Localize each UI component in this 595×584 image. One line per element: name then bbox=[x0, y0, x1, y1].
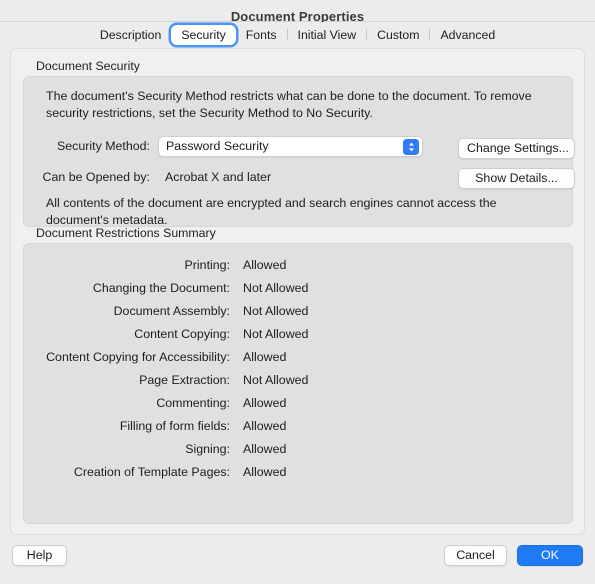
change-settings-button[interactable]: Change Settings... bbox=[458, 138, 575, 159]
tab-advanced[interactable]: Advanced bbox=[430, 25, 505, 45]
restriction-label: Content Copying for Accessibility: bbox=[46, 349, 230, 364]
restriction-value: Allowed bbox=[243, 418, 287, 433]
cancel-button[interactable]: Cancel bbox=[444, 545, 507, 566]
restriction-label: Commenting: bbox=[156, 395, 230, 410]
restriction-label: Filling of form fields: bbox=[119, 418, 230, 433]
window-titlebar: Document Properties bbox=[0, 0, 595, 23]
document-security-groupbox: The document's Security Method restricts… bbox=[23, 76, 575, 227]
restriction-value: Not Allowed bbox=[243, 372, 309, 387]
restriction-value: Not Allowed bbox=[243, 280, 309, 295]
restriction-label: Printing: bbox=[184, 257, 230, 272]
restriction-value: Allowed bbox=[243, 349, 287, 364]
restriction-label: Changing the Document: bbox=[92, 280, 230, 295]
restriction-row: Filling of form fields: Allowed bbox=[24, 414, 572, 437]
can-be-opened-label: Can be Opened by: bbox=[42, 170, 150, 184]
restriction-label: Document Assembly: bbox=[113, 303, 230, 318]
restriction-row: Commenting: Allowed bbox=[24, 391, 572, 414]
restriction-row: Content Copying: Not Allowed bbox=[24, 322, 572, 345]
restrictions-group-title: Document Restrictions Summary bbox=[36, 226, 216, 240]
security-method-dropdown[interactable]: Password Security bbox=[158, 135, 423, 157]
restrictions-list: Printing: Allowed Changing the Document: No… bbox=[24, 253, 572, 483]
restriction-value: Not Allowed bbox=[243, 303, 309, 318]
can-be-opened-value: Acrobat X and later bbox=[165, 170, 272, 184]
restrictions-groupbox: Printing: Allowed Changing the Document: No… bbox=[23, 243, 573, 524]
settings-panel: Document Security The document's Securit… bbox=[10, 48, 585, 535]
help-button[interactable]: Help bbox=[12, 545, 67, 566]
restriction-value: Allowed bbox=[243, 464, 287, 479]
tab-group: Description Security Fonts Initial View Cust… bbox=[90, 24, 505, 45]
tab-custom[interactable]: Custom bbox=[367, 25, 429, 45]
restriction-label: Content Copying: bbox=[134, 326, 230, 341]
restriction-value: Allowed bbox=[243, 441, 287, 456]
encryption-note-text: All contents of the document are encrypt… bbox=[46, 196, 497, 227]
restriction-label: Page Extraction: bbox=[139, 372, 230, 387]
dialog-footer: Help Cancel OK bbox=[0, 535, 595, 584]
restriction-label: Creation of Template Pages: bbox=[73, 464, 230, 479]
document-security-group-title: Document Security bbox=[36, 59, 140, 73]
restriction-row: Document Assembly: Not Allowed bbox=[24, 299, 572, 322]
restriction-row: Signing: Allowed bbox=[24, 437, 572, 460]
restriction-value: Allowed bbox=[243, 257, 287, 272]
restriction-row: Content Copying for Accessibility: Allowe… bbox=[24, 345, 572, 368]
restriction-row: Printing: Allowed bbox=[24, 253, 572, 276]
restriction-value: Not Allowed bbox=[243, 326, 309, 341]
security-description-text: The document's Security Method restricts… bbox=[46, 89, 532, 120]
chevron-up-down-icon bbox=[403, 139, 419, 155]
tab-bar: Description Security Fonts Initial View Cust… bbox=[0, 22, 595, 47]
restriction-label: Signing: bbox=[185, 441, 230, 456]
restriction-value: Allowed bbox=[243, 395, 287, 410]
security-method-label: Security Method: bbox=[57, 139, 150, 153]
ok-button[interactable]: OK bbox=[517, 545, 583, 566]
show-details-button[interactable]: Show Details... bbox=[458, 168, 575, 189]
tab-initial-view[interactable]: Initial View bbox=[288, 25, 367, 45]
tab-fonts[interactable]: Fonts bbox=[236, 25, 287, 45]
tab-security[interactable]: Security bbox=[171, 24, 236, 45]
restriction-row: Creation of Template Pages: Allowed bbox=[24, 460, 572, 483]
tab-description[interactable]: Description bbox=[90, 25, 172, 45]
restriction-row: Page Extraction: Not Allowed bbox=[24, 368, 572, 391]
security-method-value: Password Security bbox=[166, 139, 269, 153]
restriction-row: Changing the Document: Not Allowed bbox=[24, 276, 572, 299]
